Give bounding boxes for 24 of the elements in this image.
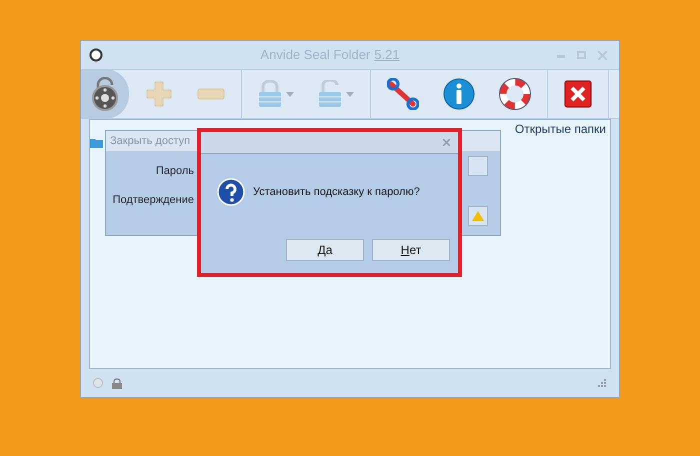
caret-icon[interactable] — [286, 92, 294, 96]
close-window-icon[interactable] — [598, 50, 607, 60]
wrench-icon[interactable] — [387, 78, 419, 110]
dialog-button[interactable]: Нет — [372, 239, 450, 261]
close-icon[interactable] — [564, 80, 592, 108]
dialog-button[interactable]: Да — [286, 239, 364, 261]
question-icon — [217, 178, 245, 206]
folder-icon — [90, 137, 103, 148]
open-folders-heading[interactable]: Открытые папки — [514, 120, 606, 138]
info-icon[interactable] — [443, 78, 475, 110]
restore-icon[interactable] — [577, 50, 586, 58]
app-logo-icon — [89, 48, 103, 62]
padlock-icon — [111, 378, 123, 388]
prompt-message: Установить подсказку к паролю? — [253, 184, 420, 200]
resize-grip-icon — [597, 378, 607, 388]
dial-button[interactable] — [81, 69, 129, 119]
warning-icon — [472, 211, 484, 221]
caret-icon[interactable] — [346, 92, 354, 96]
field-label: Пароль — [156, 164, 194, 179]
warning-button[interactable] — [468, 206, 488, 226]
lifebuoy-icon[interactable] — [499, 78, 531, 110]
field-label: Подтверждение — [112, 192, 194, 208]
dialog-title: Закрыть доступ — [110, 134, 190, 149]
key-button[interactable] — [468, 156, 488, 176]
